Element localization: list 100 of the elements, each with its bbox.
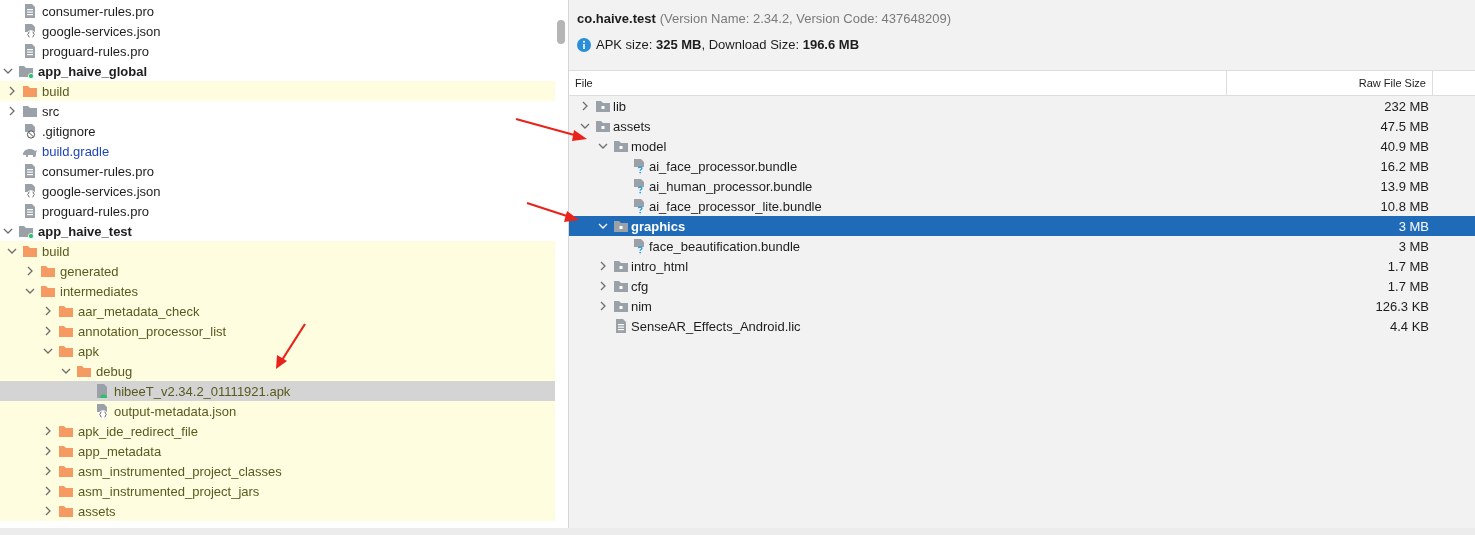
tree-row[interactable]: build xyxy=(0,81,555,101)
chevron-icon[interactable] xyxy=(580,101,590,111)
tree-item-label[interactable]: google-services.json xyxy=(42,23,161,39)
chevron-icon[interactable] xyxy=(25,266,35,276)
annotation-arrow xyxy=(276,323,306,369)
tree-row[interactable]: apk xyxy=(0,341,555,361)
tree-item-label[interactable]: generated xyxy=(60,263,119,279)
file-name[interactable]: SenseAR_Effects_Android.lic xyxy=(631,318,801,334)
tree-item-label[interactable]: asm_instrumented_project_classes xyxy=(78,463,282,479)
folder-icon xyxy=(58,443,74,459)
tree-item-label[interactable]: app_haive_test xyxy=(38,223,132,239)
chevron-icon[interactable] xyxy=(598,301,608,311)
tree-row[interactable]: debug xyxy=(0,361,555,381)
chevron-icon[interactable] xyxy=(43,346,53,356)
tree-item-label[interactable]: google-services.json xyxy=(42,183,161,199)
tree-item-label[interactable]: build.gradle xyxy=(42,143,110,159)
file-size: 47.5 MB xyxy=(1379,118,1430,134)
tree-item-label[interactable]: asm_instrumented_project_jars xyxy=(78,483,260,499)
tree-row[interactable]: hibeeT_v2.34.2_01111921.apk xyxy=(0,381,555,401)
tree-item-label[interactable]: proguard-rules.pro xyxy=(42,203,149,219)
tree-row[interactable]: apk_ide_redirect_file xyxy=(0,421,555,441)
ignored-file-icon xyxy=(22,123,38,139)
chevron-icon[interactable] xyxy=(7,106,17,116)
file-name[interactable]: face_beautification.bundle xyxy=(649,238,801,254)
chevron-icon[interactable] xyxy=(61,366,71,376)
tree-row[interactable]: output-metadata.json xyxy=(0,401,555,421)
folder-icon xyxy=(613,258,629,274)
file-name[interactable]: graphics xyxy=(631,218,686,234)
scrollbar-thumb[interactable] xyxy=(557,20,565,44)
tree-item-label[interactable]: annotation_processor_list xyxy=(78,323,227,339)
file-name[interactable]: ai_face_processor_lite.bundle xyxy=(649,198,822,214)
tree-item-label[interactable]: intermediates xyxy=(60,283,139,299)
json-file-icon xyxy=(22,23,38,39)
selected-row[interactable]: graphics 3 MB xyxy=(569,216,1475,236)
tree-row[interactable]: app_metadata xyxy=(0,441,555,461)
package-name: co.haive.test xyxy=(577,11,656,26)
tree-item-label[interactable]: apk xyxy=(78,343,99,359)
chevron-icon[interactable] xyxy=(3,66,13,76)
apk-file-icon xyxy=(94,383,110,399)
file-name[interactable]: model xyxy=(631,138,667,154)
tree-item-label[interactable]: src xyxy=(42,103,60,119)
tree-item-label[interactable]: assets xyxy=(78,503,116,519)
chevron-icon[interactable] xyxy=(580,121,590,131)
chevron-icon[interactable] xyxy=(43,326,53,336)
tree-item-label[interactable]: consumer-rules.pro xyxy=(42,3,154,19)
file-name[interactable]: assets xyxy=(613,118,651,134)
tree-item-label[interactable]: build xyxy=(42,243,70,259)
tree-row[interactable]: aar_metadata_check xyxy=(0,301,555,321)
tree-row[interactable]: intermediates xyxy=(0,281,555,301)
chevron-icon[interactable] xyxy=(43,486,53,496)
folder-icon xyxy=(58,303,74,319)
column-header[interactable]: Raw File Size xyxy=(1227,71,1433,95)
chevron-icon[interactable] xyxy=(598,141,608,151)
tree-item-label[interactable]: app_haive_global xyxy=(38,63,148,79)
file-size: 1.7 MB xyxy=(1386,258,1430,274)
chevron-icon[interactable] xyxy=(7,86,17,96)
file-name[interactable]: ai_face_processor.bundle xyxy=(649,158,798,174)
folder-icon xyxy=(58,463,74,479)
chevron-icon[interactable] xyxy=(25,286,35,296)
file-size: 126.3 KB xyxy=(1374,298,1430,314)
folder-icon xyxy=(613,298,629,314)
chevron-icon[interactable] xyxy=(43,506,53,516)
tree-row[interactable]: generated xyxy=(0,261,555,281)
chevron-icon[interactable] xyxy=(3,226,13,236)
file-name[interactable]: lib xyxy=(613,98,626,114)
tree-item-label[interactable]: .gitignore xyxy=(42,123,96,139)
file-name[interactable]: cfg xyxy=(631,278,649,294)
tree-item-label[interactable]: build xyxy=(42,83,70,99)
tree-row[interactable]: annotation_processor_list xyxy=(0,321,555,341)
tree-row[interactable]: asm_instrumented_project_classes xyxy=(0,461,555,481)
file-size: 4.4 KB xyxy=(1388,318,1430,334)
file-name[interactable]: ai_human_processor.bundle xyxy=(649,178,813,194)
chevron-icon[interactable] xyxy=(598,281,608,291)
chevron-icon[interactable] xyxy=(598,221,608,231)
tree-row[interactable]: build xyxy=(0,241,555,261)
tree-item-label[interactable]: output-metadata.json xyxy=(114,403,237,419)
tree-row[interactable]: assets xyxy=(0,501,555,521)
tree-item-label[interactable]: app_metadata xyxy=(78,443,162,459)
folder-icon xyxy=(40,263,56,279)
file-name[interactable]: intro_html xyxy=(631,258,689,274)
tree-item-label[interactable]: consumer-rules.pro xyxy=(42,163,154,179)
tree-row[interactable]: asm_instrumented_project_jars xyxy=(0,481,555,501)
chevron-icon[interactable] xyxy=(598,261,608,271)
tree-item-label[interactable]: aar_metadata_check xyxy=(78,303,200,319)
chevron-icon[interactable] xyxy=(43,426,53,436)
column-header[interactable]: File xyxy=(569,71,1227,95)
module-folder-icon xyxy=(18,63,34,79)
tree-item-label[interactable]: apk_ide_redirect_file xyxy=(78,423,198,439)
tree-item-label[interactable]: debug xyxy=(96,363,133,379)
file-icon xyxy=(22,203,38,219)
chevron-icon[interactable] xyxy=(43,446,53,456)
file-icon xyxy=(22,43,38,59)
chevron-icon[interactable] xyxy=(43,466,53,476)
tree-item-label[interactable]: proguard-rules.pro xyxy=(42,43,149,59)
module-folder-icon xyxy=(18,223,34,239)
chevron-icon[interactable] xyxy=(43,306,53,316)
chevron-icon[interactable] xyxy=(7,246,17,256)
tree-item-label[interactable]: hibeeT_v2.34.2_01111921.apk xyxy=(114,383,291,399)
unknown-file-icon xyxy=(631,158,647,174)
file-name[interactable]: nim xyxy=(631,298,652,314)
